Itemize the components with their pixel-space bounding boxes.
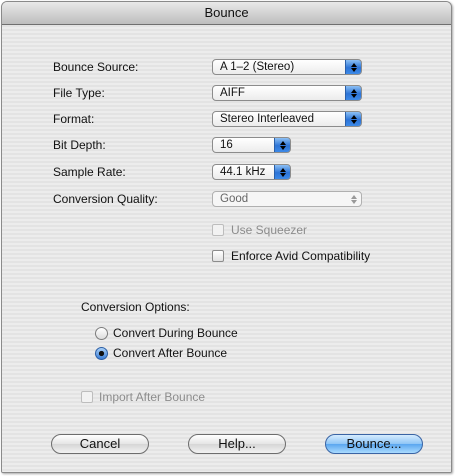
enforce-avid-compatibility-checkbox[interactable] (212, 250, 224, 262)
conversion-options-heading: Conversion Options: (81, 300, 190, 314)
conversion-quality-value: Good (220, 193, 249, 205)
convert-during-bounce-radio[interactable] (95, 327, 108, 340)
import-after-bounce-label: Import After Bounce (99, 390, 206, 404)
dialog-content: Bounce Source: A 1–2 (Stereo) File Type:… (2, 25, 451, 472)
cancel-button[interactable]: Cancel (51, 434, 149, 454)
enforce-avid-compatibility-label[interactable]: Enforce Avid Compatibility (231, 249, 370, 263)
bit-depth-label: Bit Depth: (53, 138, 106, 152)
popup-arrows-icon (345, 86, 361, 100)
bounce-source-popup[interactable]: A 1–2 (Stereo) (212, 59, 362, 75)
sample-rate-label: Sample Rate: (53, 165, 126, 179)
bounce-dialog: Bounce Bounce Source: A 1–2 (Stereo) Fil… (1, 1, 452, 473)
sample-rate-value: 44.1 kHz (220, 166, 266, 178)
use-squeezer-checkbox (212, 224, 224, 236)
bit-depth-value: 16 (220, 139, 233, 151)
convert-after-bounce-radio[interactable] (95, 347, 108, 360)
bounce-button[interactable]: Bounce... (325, 434, 423, 454)
file-type-popup[interactable]: AIFF (212, 85, 362, 101)
conversion-quality-popup: Good (212, 191, 362, 207)
popup-arrows-icon (274, 138, 290, 152)
popup-arrows-icon (345, 112, 361, 126)
conversion-quality-label: Conversion Quality: (53, 192, 158, 206)
bounce-source-label: Bounce Source: (53, 60, 139, 74)
popup-arrows-icon (345, 60, 361, 74)
convert-after-bounce-label[interactable]: Convert After Bounce (113, 346, 227, 360)
popup-arrows-icon (274, 165, 290, 179)
bounce-source-value: A 1–2 (Stereo) (220, 61, 295, 73)
help-button[interactable]: Help... (188, 434, 286, 454)
format-popup[interactable]: Stereo Interleaved (212, 111, 362, 127)
import-after-bounce-checkbox (81, 391, 93, 403)
file-type-label: File Type: (53, 86, 105, 100)
file-type-value: AIFF (220, 87, 245, 99)
format-label: Format: (53, 112, 95, 126)
sample-rate-popup[interactable]: 44.1 kHz (212, 164, 291, 180)
window-title: Bounce (2, 2, 451, 25)
use-squeezer-label: Use Squeezer (231, 223, 308, 237)
bit-depth-popup[interactable]: 16 (212, 137, 291, 153)
format-value: Stereo Interleaved (220, 113, 314, 125)
popup-arrows-icon (345, 192, 361, 206)
convert-during-bounce-label[interactable]: Convert During Bounce (113, 326, 238, 340)
